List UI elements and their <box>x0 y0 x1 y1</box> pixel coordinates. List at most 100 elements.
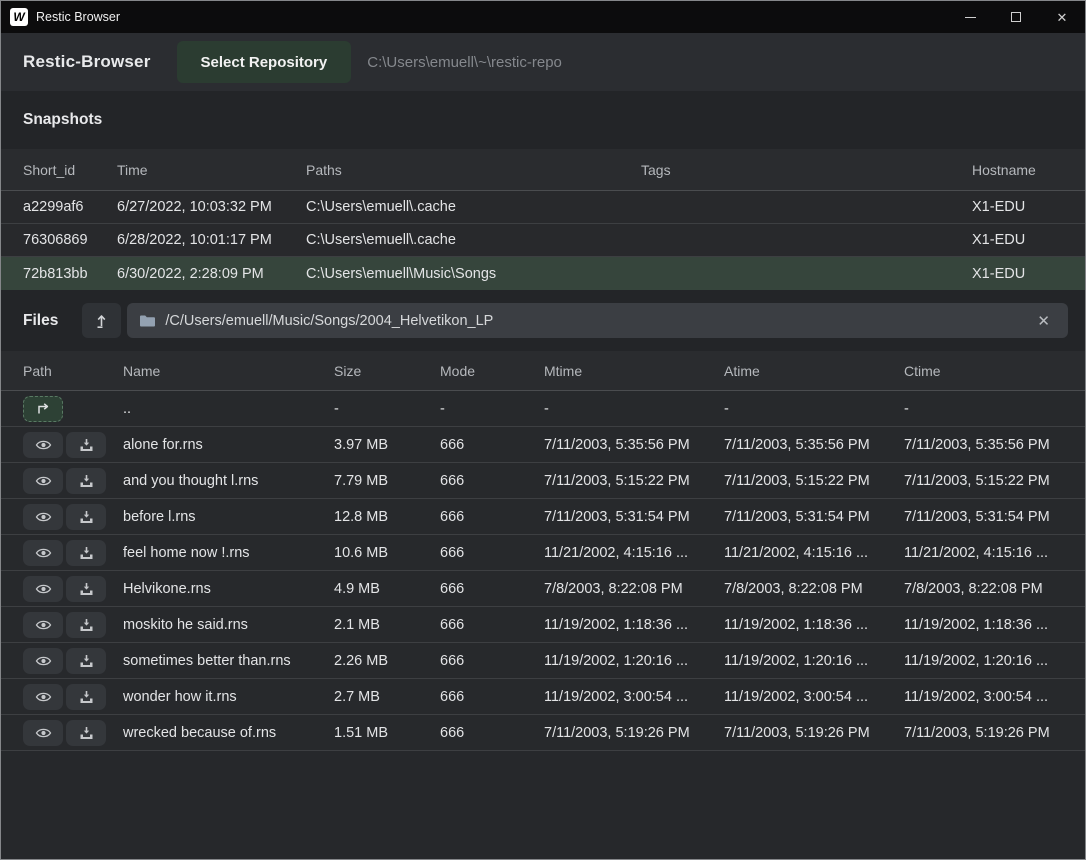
preview-file-button[interactable] <box>23 432 63 458</box>
file-row[interactable]: wonder how it.rns 2.7 MB 666 11/19/2002,… <box>1 679 1085 715</box>
snapshot-row[interactable]: 72b813bb 6/30/2022, 2:28:09 PM C:\Users\… <box>1 257 1085 290</box>
eye-icon <box>35 655 52 667</box>
file-mode: 666 <box>440 473 544 489</box>
column-header-size: Size <box>334 363 440 379</box>
eye-icon <box>35 439 52 451</box>
file-atime: 7/11/2003, 5:19:26 PM <box>724 725 904 741</box>
file-mtime: 7/11/2003, 5:15:22 PM <box>544 473 724 489</box>
clear-path-button[interactable]: ✕ <box>1031 310 1056 332</box>
download-file-button[interactable] <box>66 576 106 602</box>
snapshots-table-header: Short_id Time Paths Tags Hostname <box>1 149 1085 191</box>
download-file-button[interactable] <box>66 648 106 674</box>
column-header-atime: Atime <box>724 363 904 379</box>
column-header-short-id: Short_id <box>23 162 117 178</box>
titlebar: W Restic Browser ✕ <box>1 1 1085 33</box>
preview-file-button[interactable] <box>23 504 63 530</box>
snapshot-time: 6/30/2022, 2:28:09 PM <box>117 266 306 282</box>
download-file-button[interactable] <box>66 684 106 710</box>
download-icon <box>79 510 94 524</box>
column-header-ctime: Ctime <box>904 363 1068 379</box>
download-icon <box>79 690 94 704</box>
file-name: before l.rns <box>123 509 334 525</box>
go-up-directory-button[interactable] <box>23 396 63 422</box>
app-header: Restic-Browser Select Repository C:\User… <box>1 33 1085 91</box>
preview-file-button[interactable] <box>23 684 63 710</box>
app-window: W Restic Browser ✕ Restic-Browser Select… <box>0 0 1086 860</box>
maximize-icon <box>1011 12 1021 22</box>
file-row[interactable]: before l.rns 12.8 MB 666 7/11/2003, 5:31… <box>1 499 1085 535</box>
file-ctime: 11/21/2002, 4:15:16 ... <box>904 545 1068 561</box>
column-header-time: Time <box>117 162 306 178</box>
file-mode: 666 <box>440 509 544 525</box>
snapshot-paths: C:\Users\emuell\Music\Songs <box>306 266 641 282</box>
go-to-root-button[interactable] <box>82 303 121 338</box>
preview-file-button[interactable] <box>23 720 63 746</box>
download-file-button[interactable] <box>66 504 106 530</box>
file-size: 1.51 MB <box>334 725 440 741</box>
snapshots-heading: Snapshots <box>23 111 102 129</box>
file-row[interactable]: and you thought l.rns 7.79 MB 666 7/11/2… <box>1 463 1085 499</box>
download-file-button[interactable] <box>66 540 106 566</box>
file-ctime: 11/19/2002, 1:20:16 ... <box>904 653 1068 669</box>
file-row[interactable]: wrecked because of.rns 1.51 MB 666 7/11/… <box>1 715 1085 751</box>
file-atime: 11/19/2002, 1:18:36 ... <box>724 617 904 633</box>
file-row[interactable]: feel home now !.rns 10.6 MB 666 11/21/20… <box>1 535 1085 571</box>
download-file-button[interactable] <box>66 432 106 458</box>
file-mode: 666 <box>440 653 544 669</box>
file-row[interactable]: sometimes better than.rns 2.26 MB 666 11… <box>1 643 1085 679</box>
file-name: moskito he said.rns <box>123 617 334 633</box>
current-path-bar[interactable]: /C/Users/emuell/Music/Songs/2004_Helveti… <box>127 303 1068 338</box>
preview-file-button[interactable] <box>23 576 63 602</box>
file-ctime: 7/11/2003, 5:19:26 PM <box>904 725 1068 741</box>
snapshot-row[interactable]: 76306869 6/28/2022, 10:01:17 PM C:\Users… <box>1 224 1085 257</box>
preview-file-button[interactable] <box>23 540 63 566</box>
minimize-icon <box>965 17 976 18</box>
file-atime: 7/11/2003, 5:31:54 PM <box>724 509 904 525</box>
file-ctime: 7/8/2003, 8:22:08 PM <box>904 581 1068 597</box>
snapshot-paths: C:\Users\emuell\.cache <box>306 232 641 248</box>
column-header-path: Path <box>23 363 123 379</box>
up-level-icon <box>94 313 109 329</box>
close-button[interactable]: ✕ <box>1039 1 1085 33</box>
parent-row-ctime: - <box>904 401 1068 417</box>
column-header-name: Name <box>123 363 334 379</box>
file-row[interactable]: alone for.rns 3.97 MB 666 7/11/2003, 5:3… <box>1 427 1085 463</box>
files-section-band: Files /C/Users/emuell/Music/Songs/2004_H… <box>1 290 1085 351</box>
file-mode: 666 <box>440 545 544 561</box>
download-file-button[interactable] <box>66 720 106 746</box>
file-ctime: 7/11/2003, 5:35:56 PM <box>904 437 1068 453</box>
select-repository-button[interactable]: Select Repository <box>177 41 352 83</box>
file-name: sometimes better than.rns <box>123 653 334 669</box>
app-title: Restic-Browser <box>23 52 151 72</box>
maximize-button[interactable] <box>993 1 1039 33</box>
column-header-tags: Tags <box>641 162 972 178</box>
file-mode: 666 <box>440 581 544 597</box>
file-mtime: 7/11/2003, 5:31:54 PM <box>544 509 724 525</box>
snapshot-row[interactable]: a2299af6 6/27/2022, 10:03:32 PM C:\Users… <box>1 191 1085 224</box>
column-header-hostname: Hostname <box>972 162 1068 178</box>
file-atime: 11/19/2002, 3:00:54 ... <box>724 689 904 705</box>
snapshot-paths: C:\Users\emuell\.cache <box>306 199 641 215</box>
file-name: and you thought l.rns <box>123 473 334 489</box>
snapshots-body: a2299af6 6/27/2022, 10:03:32 PM C:\Users… <box>1 191 1085 290</box>
download-file-button[interactable] <box>66 468 106 494</box>
parent-directory-row[interactable]: .. - - - - - <box>1 391 1085 427</box>
download-file-button[interactable] <box>66 612 106 638</box>
file-mode: 666 <box>440 437 544 453</box>
file-mode: 666 <box>440 689 544 705</box>
files-heading: Files <box>23 312 58 330</box>
snapshot-hostname: X1-EDU <box>972 232 1068 248</box>
file-row[interactable]: Helvikone.rns 4.9 MB 666 7/8/2003, 8:22:… <box>1 571 1085 607</box>
file-ctime: 11/19/2002, 1:18:36 ... <box>904 617 1068 633</box>
file-row[interactable]: moskito he said.rns 2.1 MB 666 11/19/200… <box>1 607 1085 643</box>
preview-file-button[interactable] <box>23 648 63 674</box>
preview-file-button[interactable] <box>23 468 63 494</box>
path-input[interactable]: /C/Users/emuell/Music/Songs/2004_Helveti… <box>165 313 1031 329</box>
minimize-button[interactable] <box>947 1 993 33</box>
parent-row-mtime: - <box>544 401 724 417</box>
file-size: 4.9 MB <box>334 581 440 597</box>
close-icon: ✕ <box>1057 11 1068 24</box>
file-name: Helvikone.rns <box>123 581 334 597</box>
file-name: alone for.rns <box>123 437 334 453</box>
preview-file-button[interactable] <box>23 612 63 638</box>
